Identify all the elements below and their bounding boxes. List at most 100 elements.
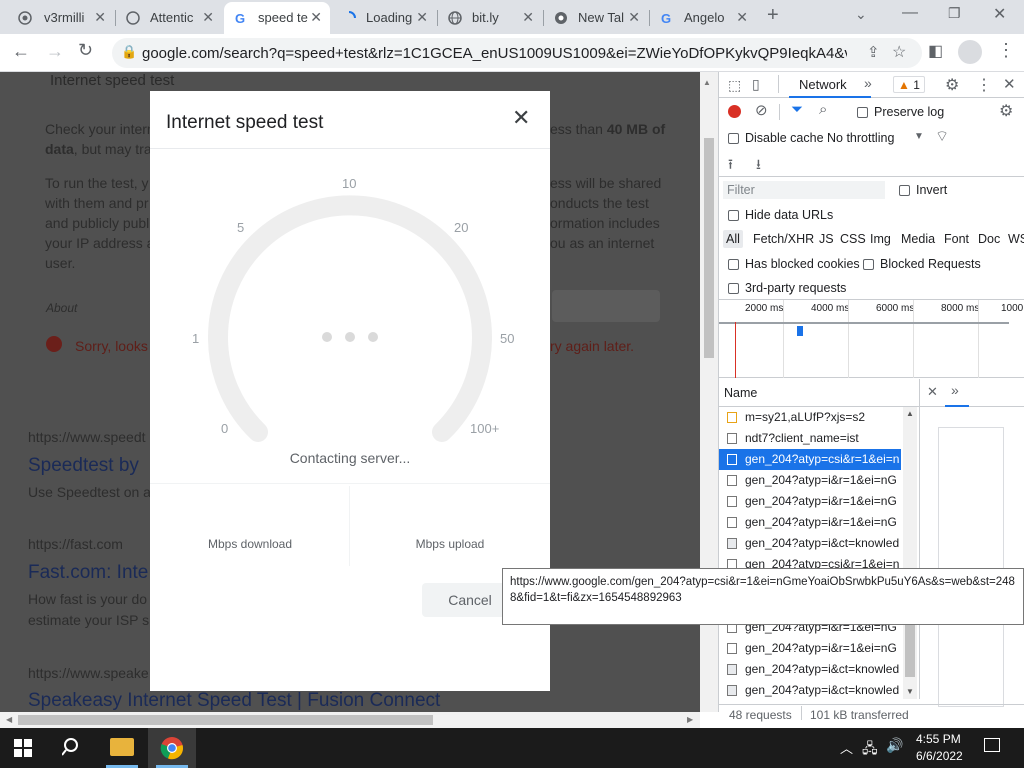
request-list-scrollbar[interactable]: ▲ ▼: [903, 407, 917, 699]
minimize-icon[interactable]: —: [902, 4, 918, 22]
bookmark-star-icon[interactable]: ☆: [892, 42, 906, 62]
back-arrow-icon[interactable]: ←: [12, 41, 30, 62]
close-tab-icon[interactable]: ✕: [522, 9, 534, 26]
scroll-left-arrow-icon[interactable]: ◀: [6, 715, 12, 724]
address-bar[interactable]: 🔒 google.com/search?q=speed+test&rlz=1C1…: [112, 38, 922, 68]
request-row[interactable]: m=sy21,aLUfP?xjs=s2: [719, 407, 901, 428]
volume-icon[interactable]: 🔊: [886, 737, 903, 754]
url-text[interactable]: google.com/search?q=speed+test&rlz=1C1GC…: [142, 45, 847, 62]
tab-speed-test[interactable]: G speed te ✕: [224, 2, 330, 34]
request-row[interactable]: ndt7?client_name=ist: [719, 428, 901, 449]
type-filter-js[interactable]: JS: [819, 232, 834, 246]
checkbox-box[interactable]: [728, 259, 739, 271]
tab-search-chevron-icon[interactable]: ⌄: [855, 6, 867, 23]
tab-attention[interactable]: Attentic ✕: [116, 2, 222, 34]
hide-data-urls-checkbox[interactable]: Hide data URLs: [728, 208, 833, 222]
tab-loading[interactable]: Loading ✕: [332, 2, 436, 34]
page-horizontal-scrollbar[interactable]: ◀ ▶: [0, 712, 700, 728]
taskbar-search-icon[interactable]: [61, 736, 84, 758]
more-tabs-chevron-icon[interactable]: »: [864, 75, 872, 91]
throttling-select[interactable]: No throttling: [827, 131, 894, 145]
file-explorer-icon[interactable]: [110, 738, 134, 756]
inspect-element-icon[interactable]: ⬚: [728, 77, 741, 94]
result-title-link[interactable]: Speakeasy Internet Speed Test | Fusion C…: [28, 690, 440, 712]
checkbox-box[interactable]: [728, 283, 739, 295]
name-column-header[interactable]: Name: [724, 386, 757, 400]
request-row[interactable]: gen_204?atyp=i&r=1&ei=nG: [719, 470, 901, 491]
tab-network[interactable]: Network: [799, 77, 847, 92]
clock-time[interactable]: 4:55 PM: [916, 732, 961, 746]
request-row[interactable]: gen_204?atyp=i&r=1&ei=nG: [719, 491, 901, 512]
scrollbar-thumb[interactable]: [704, 138, 714, 358]
record-icon[interactable]: [728, 105, 741, 118]
checkbox-box[interactable]: [857, 107, 868, 119]
request-row[interactable]: gen_204?atyp=i&r=1&ei=nG: [719, 638, 901, 659]
type-filter-media[interactable]: Media: [901, 232, 935, 246]
show-hidden-icons-chevron-icon[interactable]: ︿: [840, 738, 853, 757]
settings-gear-icon[interactable]: ⚙: [945, 75, 959, 95]
upload-har-icon[interactable]: ⭱: [728, 154, 733, 178]
preserve-log-checkbox[interactable]: Preserve log: [857, 105, 944, 119]
close-dialog-icon[interactable]: ✕: [512, 105, 530, 131]
checkbox-box[interactable]: [728, 210, 739, 222]
filter-input[interactable]: Filter: [723, 181, 885, 199]
scroll-right-arrow-icon[interactable]: ▶: [687, 715, 693, 724]
close-tab-icon[interactable]: ✕: [310, 9, 322, 26]
request-row[interactable]: gen_204?atyp=i&ct=knowled: [719, 533, 901, 554]
disable-cache-checkbox[interactable]: Disable cache: [728, 131, 824, 145]
tab-bitly[interactable]: bit.ly ✕: [438, 2, 542, 34]
type-filter-font[interactable]: Font: [944, 232, 969, 246]
scroll-up-arrow-icon[interactable]: ▲: [906, 409, 914, 418]
type-filter-ws[interactable]: WS: [1008, 232, 1024, 246]
clear-icon[interactable]: ⊘: [755, 101, 768, 119]
blocked-cookies-checkbox[interactable]: Has blocked cookies: [728, 257, 860, 271]
scrollbar-thumb[interactable]: [18, 715, 433, 725]
close-tab-icon[interactable]: ✕: [202, 9, 214, 26]
network-timeline-overview[interactable]: 2000 ms 4000 ms 6000 ms 8000 ms 1000: [719, 300, 1024, 378]
close-tab-icon[interactable]: ✕: [416, 9, 428, 26]
close-details-icon[interactable]: ✕: [927, 384, 938, 400]
device-toolbar-icon[interactable]: ▯: [752, 76, 760, 93]
checkbox-box[interactable]: [863, 259, 874, 271]
more-detail-tabs-chevron-icon[interactable]: »: [951, 382, 959, 398]
new-tab-plus-icon[interactable]: +: [767, 4, 779, 27]
invert-checkbox[interactable]: Invert: [899, 183, 947, 197]
request-row[interactable]: gen_204?atyp=i&ct=knowled: [719, 680, 901, 699]
close-tab-icon[interactable]: ✕: [736, 9, 748, 26]
dropdown-caret-icon[interactable]: ▼: [914, 131, 924, 142]
restore-icon[interactable]: ❐: [948, 5, 961, 22]
notifications-icon[interactable]: [984, 738, 1000, 752]
scrollbar-thumb[interactable]: [905, 617, 915, 677]
close-tab-icon[interactable]: ✕: [628, 9, 640, 26]
tab-new-tab[interactable]: New Tal ✕: [544, 2, 648, 34]
side-panel-icon[interactable]: ◧: [928, 41, 943, 61]
network-conditions-icon[interactable]: ⌔: [935, 127, 949, 146]
network-status-icon[interactable]: 🖧: [862, 738, 878, 762]
issues-badge[interactable]: ▲ 1: [893, 76, 925, 93]
scroll-down-arrow-icon[interactable]: ▼: [906, 687, 914, 696]
type-filter-doc[interactable]: Doc: [978, 232, 1000, 246]
type-filter-img[interactable]: Img: [870, 232, 891, 246]
run-speed-test-button[interactable]: [552, 290, 660, 322]
type-filter-css[interactable]: CSS: [840, 232, 866, 246]
request-row-selected[interactable]: gen_204?atyp=csi&r=1&ei=n: [719, 449, 901, 470]
chrome-taskbar-button[interactable]: [148, 728, 196, 768]
close-devtools-icon[interactable]: ✕: [1003, 75, 1016, 93]
clock-date[interactable]: 6/6/2022: [916, 749, 963, 763]
network-settings-gear-icon[interactable]: ⚙: [999, 101, 1013, 121]
windows-start-icon[interactable]: [14, 739, 32, 757]
result-url[interactable]: https://www.speake: [28, 665, 149, 681]
profile-avatar[interactable]: [958, 40, 982, 64]
close-tab-icon[interactable]: ✕: [94, 9, 106, 26]
checkbox-box[interactable]: [728, 133, 739, 145]
filter-funnel-icon[interactable]: ⏷: [791, 101, 803, 118]
blocked-requests-checkbox[interactable]: Blocked Requests: [863, 257, 981, 271]
request-row[interactable]: gen_204?atyp=i&ct=knowled: [719, 659, 901, 680]
type-filter-fetch-xhr[interactable]: Fetch/XHR: [753, 232, 814, 246]
search-icon[interactable]: ⌕: [819, 101, 827, 118]
close-window-icon[interactable]: ✕: [993, 4, 1006, 24]
type-filter-all[interactable]: All: [723, 230, 743, 248]
share-icon[interactable]: ⇪: [867, 43, 880, 61]
tab-v3rmillion[interactable]: v3rmilli ✕: [0, 2, 114, 34]
result-title-link[interactable]: Fast.com: Inte: [28, 562, 148, 584]
